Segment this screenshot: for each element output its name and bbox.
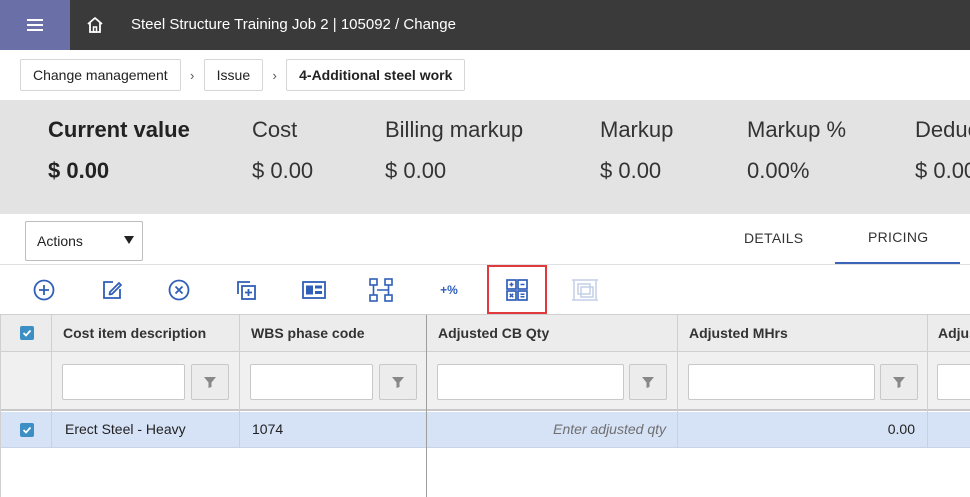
hamburger-icon [27,19,43,31]
tab-pricing[interactable]: PRICING [868,229,928,245]
column-header-description[interactable]: Cost item description [63,325,206,341]
filter-button[interactable] [379,364,417,400]
chevron-right-icon: › [189,67,195,83]
copy-icon [237,281,256,300]
metric-deductions: Deductions $ 0.00 [915,117,970,184]
disabled-frame-icon [572,279,598,301]
metric-cost: Cost $ 0.00 [252,117,313,184]
disabled-frame-button[interactable] [570,275,600,305]
metric-value: $ 0.00 [915,158,970,183]
hierarchy-button[interactable] [366,275,396,305]
breadcrumb-current: 4-Additional steel work [286,59,466,91]
filter-icon [642,377,654,388]
copy-button[interactable] [231,275,261,305]
actions-label: Actions [37,233,83,249]
filter-button[interactable] [191,364,229,400]
metric-label: Billing markup [385,117,524,142]
metric-markup: Markup $ 0.00 [600,117,673,184]
metric-label: Markup % [747,117,847,142]
metric-current-value: Current value $ 0.00 [48,117,190,184]
table-row[interactable]: Erect Steel - Heavy 1074 Enter adjusted … [1,412,970,448]
summary-band: Current value $ 0.00 Cost $ 0.00 Billing… [0,100,970,214]
cell-wbs: 1074 [252,421,284,437]
breadcrumb: Change management › Issue › 4-Additional… [20,59,466,91]
caret-down-icon [124,236,134,244]
filter-icon [392,377,404,388]
metric-value: 0.00% [747,158,810,183]
column-header-adjusted-cb-qty[interactable]: Adjusted CB Qty [438,325,549,341]
hamburger-menu-button[interactable] [0,0,70,50]
metric-markup-percent: Markup % 0.00% [747,117,846,184]
actions-dropdown[interactable]: Actions [25,221,143,261]
breadcrumb-change-management[interactable]: Change management [20,59,181,91]
row-checkbox[interactable] [20,423,34,437]
home-icon [87,17,103,33]
filter-input-wbs[interactable] [250,364,373,400]
filter-button[interactable] [880,364,918,400]
cell-description: Erect Steel - Heavy [65,421,186,437]
edit-icon [103,281,122,299]
metric-value: $ 0.00 [252,158,314,183]
filter-input-adjusted-cb-qty[interactable] [437,364,624,400]
metric-value: $ 0.00 [600,158,662,183]
column-divider [677,315,678,448]
highlight-box [487,265,547,314]
page-title: Steel Structure Training Job 2 | 105092 … [131,16,456,33]
breadcrumb-issue[interactable]: Issue [203,59,264,91]
metric-label: Cost [252,117,298,142]
pricing-grid: Cost item description WBS phase code Adj… [0,314,970,497]
column-header-adjusted-mhrs[interactable]: Adjusted MHrs [689,325,788,341]
checkmark-icon [22,426,32,434]
column-divider [239,315,240,448]
delete-button[interactable] [164,275,194,305]
cell-adjusted-mhrs: 0.00 [887,421,915,437]
filter-icon [204,377,216,388]
chevron-right-icon: › [272,67,277,83]
grid-filter-row [1,352,970,411]
form-view-icon [302,281,326,299]
filter-input-description[interactable] [62,364,185,400]
tab-details[interactable]: DETAILS [744,230,803,246]
metric-value: $ 0.00 [385,158,447,183]
frozen-column-divider [426,315,427,497]
filter-button[interactable] [629,364,667,400]
add-button[interactable] [29,275,59,305]
filter-input-adjusted-cb-cost[interactable] [937,364,970,400]
edit-button[interactable] [97,275,127,305]
hierarchy-icon [369,278,393,302]
form-view-button[interactable] [299,275,329,305]
column-divider [51,315,52,448]
add-icon [33,279,55,301]
column-divider [927,315,928,448]
column-header-adjusted-cb-cost[interactable]: Adjusted CB Cost [938,325,970,341]
metric-billing-markup: Billing markup $ 0.00 [385,117,523,184]
metric-value: $ 0.00 [48,158,110,183]
checkmark-icon [22,329,32,337]
percent-markup-button[interactable]: +% [434,275,464,305]
divider [0,264,970,265]
metric-label: Deductions [915,117,970,142]
select-all-checkbox[interactable] [20,326,34,340]
home-button[interactable] [70,0,120,50]
delete-icon [168,279,190,301]
adjusted-qty-input[interactable]: Enter adjusted qty [437,421,666,437]
grid-header-row: Cost item description WBS phase code Adj… [1,315,970,352]
percent-markup-icon: +% [440,283,458,297]
metric-label: Current value [48,117,190,142]
column-header-wbs[interactable]: WBS phase code [251,325,365,341]
top-bar: Steel Structure Training Job 2 | 105092 … [0,0,970,50]
filter-input-adjusted-mhrs[interactable] [688,364,875,400]
filter-icon [893,377,905,388]
metric-label: Markup [600,117,674,142]
